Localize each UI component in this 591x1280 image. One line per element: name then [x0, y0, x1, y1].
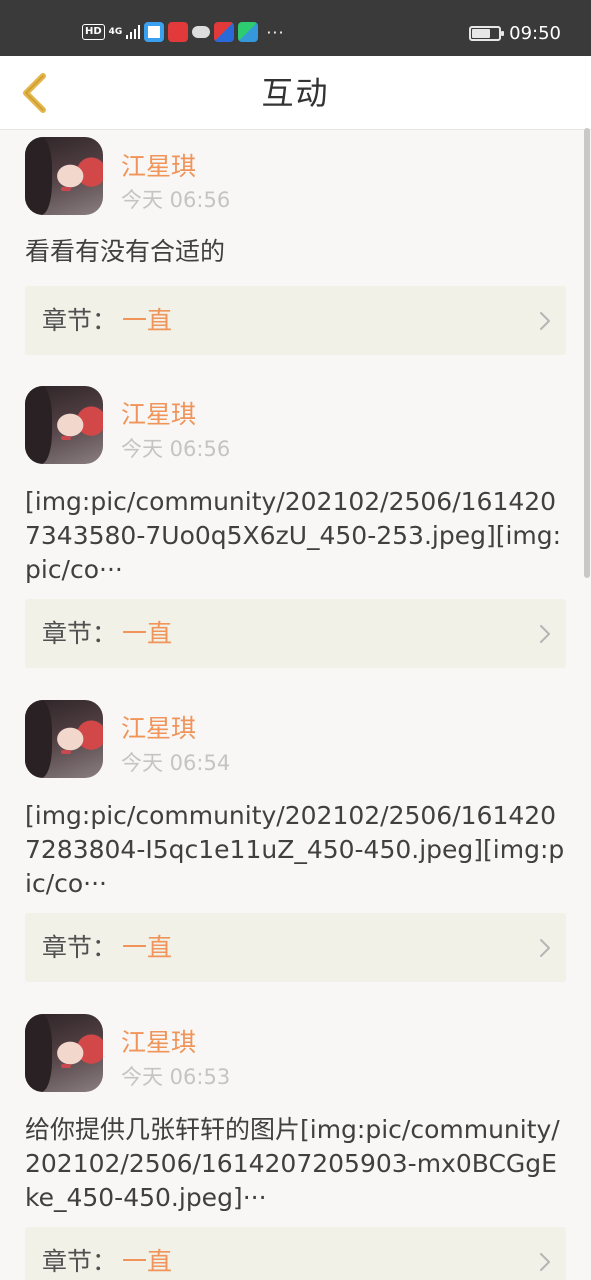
chevron-left-icon — [23, 73, 46, 113]
battery-icon — [469, 26, 505, 41]
status-right: 09:50 — [469, 23, 561, 44]
chapter-name: 一直 — [122, 306, 173, 335]
post-text[interactable]: 看看有没有合适的 — [25, 235, 565, 269]
timestamp: 今天 06:56 — [121, 188, 231, 212]
avatar[interactable] — [25, 386, 103, 464]
chapter-name: 一直 — [122, 619, 173, 648]
interaction-list[interactable]: 江星琪 今天 06:56 看看有没有合适的 章节： 一直 江星琪 今天 06:5… — [0, 131, 591, 1280]
timestamp: 今天 06:53 — [121, 1065, 231, 1089]
list-item: 江星琪 今天 06:56 [img:pic/community/202102/2… — [0, 381, 591, 695]
tencent-video-icon — [238, 22, 259, 42]
video-app-icon — [214, 22, 235, 42]
back-button[interactable] — [10, 68, 58, 118]
post-text[interactable]: [img:pic/community/202102/2506/161420728… — [25, 799, 565, 901]
status-icons: HD 4G ··· — [82, 22, 285, 42]
clock: 09:50 — [509, 23, 561, 44]
post-text[interactable]: 给你提供几张轩轩的图片[img:pic/community/202102/250… — [25, 1113, 565, 1215]
nav-bar: 互动 — [0, 56, 591, 130]
avatar[interactable] — [25, 137, 103, 215]
username[interactable]: 江星琪 — [121, 147, 196, 183]
username[interactable]: 江星琪 — [121, 395, 196, 431]
network-type-label: 4G — [108, 26, 123, 37]
chapter-link[interactable]: 章节： 一直 — [25, 599, 566, 668]
post-text[interactable]: [img:pic/community/202102/2506/161420734… — [25, 485, 565, 587]
chapter-label: 章节： — [42, 933, 118, 962]
chevron-right-icon — [540, 625, 550, 643]
signal-icon — [126, 25, 141, 39]
scrollbar[interactable] — [584, 128, 590, 578]
chapter-name: 一直 — [122, 933, 173, 962]
chapter-label: 章节： — [42, 619, 118, 648]
avatar[interactable] — [25, 1014, 103, 1092]
browser-app-icon — [144, 22, 165, 42]
timestamp: 今天 06:54 — [121, 751, 231, 775]
chapter-link[interactable]: 章节： 一直 — [25, 913, 566, 982]
chevron-right-icon — [540, 939, 550, 957]
avatar[interactable] — [25, 700, 103, 778]
chapter-link[interactable]: 章节： 一直 — [25, 1227, 566, 1280]
cloud-icon — [192, 26, 211, 38]
more-notifications-icon: ··· — [266, 22, 285, 42]
chapter-label: 章节： — [42, 306, 118, 335]
list-item: 江星琪 今天 06:56 看看有没有合适的 章节： 一直 — [0, 131, 591, 381]
page-title: 互动 — [261, 74, 330, 112]
chevron-right-icon — [540, 312, 550, 330]
chevron-right-icon — [540, 1253, 550, 1271]
chapter-label: 章节： — [42, 1247, 118, 1276]
timestamp: 今天 06:56 — [121, 437, 231, 461]
battery-level — [472, 29, 491, 38]
username[interactable]: 江星琪 — [121, 1023, 196, 1059]
hd-badge: HD — [82, 24, 105, 40]
list-item: 江星琪 今天 06:53 给你提供几张轩轩的图片[img:pic/communi… — [0, 1009, 591, 1280]
status-bar: HD 4G ··· 09:50 — [0, 0, 591, 56]
heart-app-icon — [168, 22, 189, 42]
chapter-name: 一直 — [122, 1247, 173, 1276]
chapter-link[interactable]: 章节： 一直 — [25, 286, 566, 355]
username[interactable]: 江星琪 — [121, 709, 196, 745]
list-item: 江星琪 今天 06:54 [img:pic/community/202102/2… — [0, 695, 591, 1009]
